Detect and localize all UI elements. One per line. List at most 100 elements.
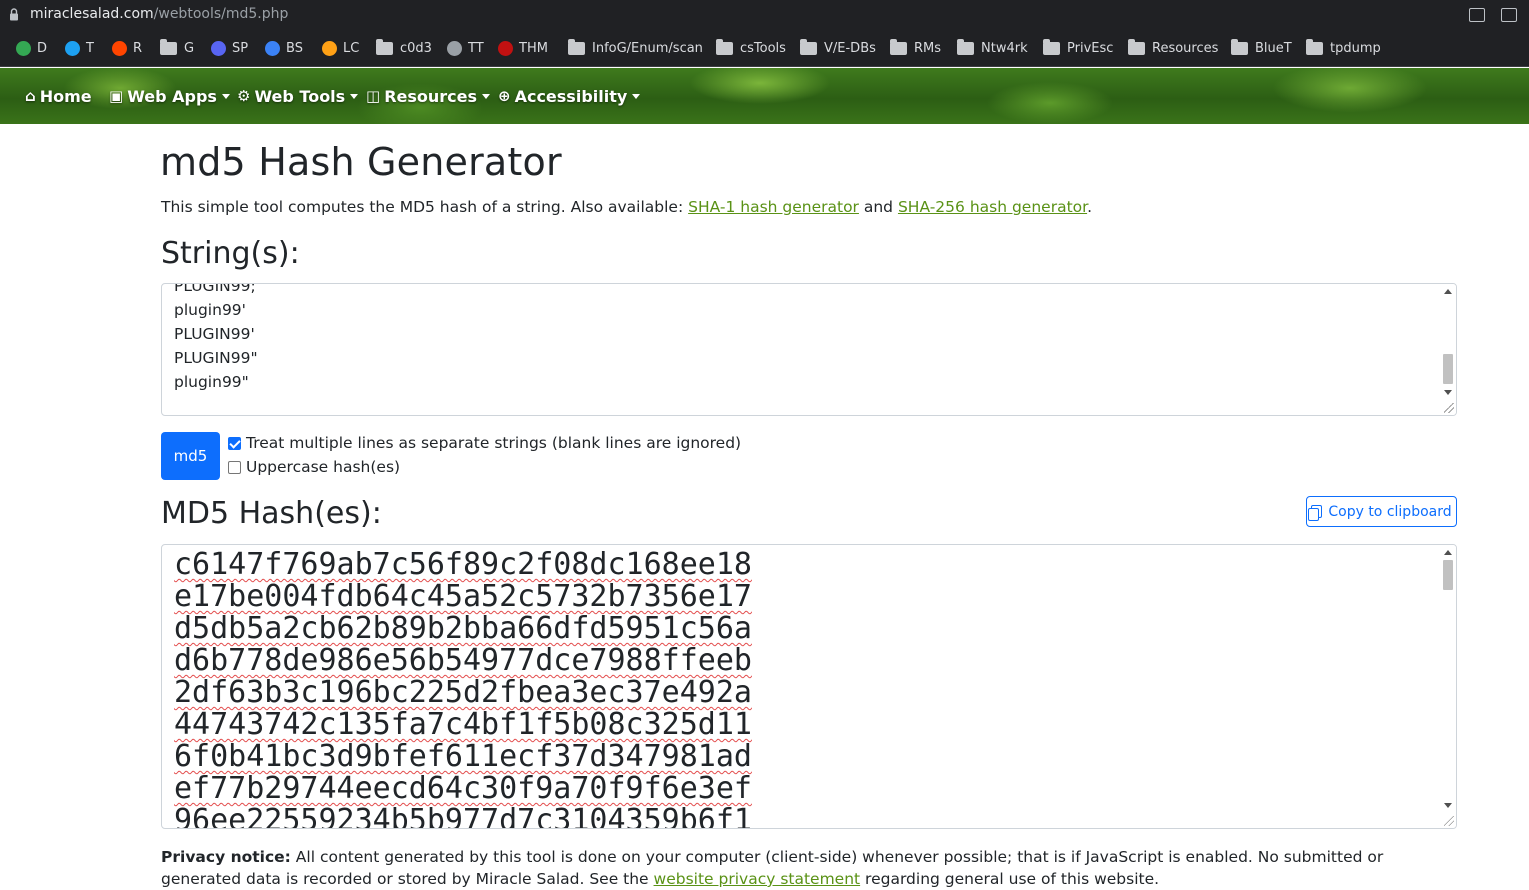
bookmark-item[interactable]: InfoG/Enum/scan: [568, 30, 703, 67]
resize-grip-icon[interactable]: [1444, 403, 1454, 413]
bookmark-label: V/E-DBs: [824, 41, 876, 56]
bookmark-label: csTools: [740, 41, 786, 56]
url-domain: miraclesalad.com: [30, 6, 154, 22]
browser-action-icons: [1469, 0, 1529, 30]
scroll-down-arrow-icon[interactable]: [1444, 803, 1452, 808]
bookmark-label: LC: [343, 41, 360, 56]
nav-accessibility[interactable]: ⊕ Accessibility: [498, 68, 641, 124]
multiline-label: Treat multiple lines as separate strings…: [246, 434, 742, 452]
lock-icon: [10, 8, 18, 21]
bookmark-item[interactable]: TT: [447, 30, 484, 67]
hash-line: c6147f769ab7c56f89c2f08dc168ee18: [174, 547, 752, 582]
bookmark-item[interactable]: D: [16, 30, 47, 67]
accessibility-icon: ⊕: [498, 87, 511, 105]
intro-text: This simple tool computes the MD5 hash o…: [161, 198, 1092, 216]
uppercase-checkbox[interactable]: [228, 460, 241, 474]
input-line: plugin99': [174, 301, 246, 319]
bookmarks-bar: D T R G SP BS LC c0d3 TT THM InfoG/Enum/scan csTool…: [0, 30, 1529, 67]
hashes-textarea[interactable]: c6147f769ab7c56f89c2f08dc168ee18 e17be004…: [161, 544, 1457, 829]
bookmark-label: R: [133, 41, 143, 56]
bookmark-label: Ntw4rk: [981, 41, 1028, 56]
scroll-thumb[interactable]: [1443, 354, 1453, 384]
nav-resources[interactable]: ◫ Resources: [366, 68, 491, 124]
browser-url-bar[interactable]: miraclesalad.com/webtools/md5.php: [0, 0, 1529, 30]
copy-to-clipboard-button[interactable]: Copy to clipboard: [1306, 496, 1457, 527]
privacy-text-end: regarding general use of this website.: [860, 870, 1160, 888]
nav-web-apps[interactable]: ▣ Web Apps: [109, 68, 230, 124]
input-line: PLUGIN99;: [174, 283, 256, 295]
site-navbar: ⌂ Home ▣ Web Apps ⚙ Web Tools ◫ Resources ⊕ A…: [0, 68, 1529, 124]
nav-resources-label: Resources: [384, 86, 478, 106]
uppercase-label: Uppercase hash(es): [246, 458, 401, 476]
home-icon: ⌂: [25, 87, 36, 105]
strings-scrollbar[interactable]: [1440, 284, 1456, 415]
bookmark-label: D: [37, 41, 48, 56]
resize-grip-icon[interactable]: [1444, 816, 1454, 826]
scroll-down-arrow-icon[interactable]: [1444, 390, 1452, 395]
hash-line: ef77b29744eecd64c30f9a70f9f6e3ef: [174, 771, 752, 806]
hashes-heading: MD5 Hash(es):: [161, 496, 382, 531]
bookmark-item[interactable]: T: [65, 30, 94, 67]
bookmark-item[interactable]: G: [160, 30, 194, 67]
bookmark-item[interactable]: Ntw4rk: [957, 30, 1028, 67]
bookmark-item[interactable]: tpdump: [1306, 30, 1381, 67]
bookmark-label: BS: [286, 41, 303, 56]
scroll-up-arrow-icon[interactable]: [1444, 550, 1452, 555]
caret-down-icon: [350, 93, 359, 99]
search-icon: [211, 41, 226, 56]
uppercase-option[interactable]: Uppercase hash(es): [228, 458, 400, 476]
hash-line: d6b778de986e56b54977dce7988ffeeb: [174, 643, 752, 678]
cast-icon[interactable]: [1469, 8, 1485, 22]
md5-button[interactable]: md5: [161, 432, 220, 480]
url-text[interactable]: miraclesalad.com/webtools/md5.php: [30, 6, 288, 22]
strings-textarea[interactable]: PLUGIN99; plugin99' PLUGIN99' PLUGIN99" plug…: [161, 283, 1457, 416]
sha256-link[interactable]: SHA-256 hash generator: [898, 198, 1087, 216]
bookmark-item[interactable]: RMs: [890, 30, 941, 67]
bookmark-item[interactable]: R: [112, 30, 142, 67]
intro-period: .: [1087, 198, 1093, 216]
clipboard-icon: [1308, 505, 1323, 521]
bookmark-item[interactable]: c0d3: [376, 30, 432, 67]
bookmark-item[interactable]: PrivEsc: [1043, 30, 1113, 67]
bookmark-item[interactable]: SP: [211, 30, 248, 67]
gears-icon: ⚙: [237, 87, 251, 105]
hash-line: 96ee22559234b5b977d7c3104359b6f1: [174, 803, 752, 829]
bookmark-label: c0d3: [400, 41, 432, 56]
hashes-scrollbar[interactable]: [1440, 545, 1456, 828]
bookmark-item[interactable]: THM: [498, 30, 548, 67]
nav-web-tools-label: Web Tools: [254, 86, 346, 106]
nav-web-tools[interactable]: ⚙ Web Tools: [237, 68, 359, 124]
bookmark-label: PrivEsc: [1067, 41, 1114, 56]
folder-icon: [716, 39, 733, 55]
globe-icon: [447, 41, 462, 56]
hash-line: 44743742c135fa7c4bf1f5b08c325d11: [174, 707, 752, 742]
sha1-link[interactable]: SHA-1 hash generator: [688, 198, 859, 216]
bookmark-item[interactable]: LC: [322, 30, 359, 67]
bookmark-label: tpdump: [1330, 41, 1381, 56]
extension-grid-icon[interactable]: [1501, 8, 1517, 22]
multiline-option[interactable]: Treat multiple lines as separate strings…: [228, 434, 741, 452]
input-line: PLUGIN99': [174, 325, 255, 343]
bookmark-item[interactable]: BlueT: [1231, 30, 1292, 67]
folder-icon: [1231, 39, 1248, 55]
bookmark-site-icon: [265, 41, 280, 56]
intro-body: This simple tool computes the MD5 hash o…: [161, 198, 689, 216]
bookmark-item[interactable]: V/E-DBs: [800, 30, 876, 67]
nav-home-label: Home: [39, 86, 92, 106]
leetcode-icon: [322, 41, 337, 56]
copy-button-label: Copy to clipboard: [1328, 503, 1452, 520]
scroll-up-arrow-icon[interactable]: [1444, 289, 1452, 294]
multiline-checkbox[interactable]: [228, 436, 241, 450]
reddit-icon: [112, 41, 127, 56]
bookmark-item[interactable]: csTools: [716, 30, 786, 67]
nav-home[interactable]: ⌂ Home: [25, 68, 92, 124]
bookmark-item[interactable]: Resources: [1128, 30, 1218, 67]
bookmark-item[interactable]: BS: [265, 30, 303, 67]
folder-icon: [1306, 39, 1323, 55]
caret-down-icon: [221, 93, 230, 99]
privacy-statement-link[interactable]: website privacy statement: [654, 870, 861, 888]
google-drive-icon: [16, 41, 31, 56]
folder-icon: [568, 39, 585, 55]
twitter-icon: [65, 41, 80, 56]
scroll-thumb[interactable]: [1443, 560, 1453, 590]
